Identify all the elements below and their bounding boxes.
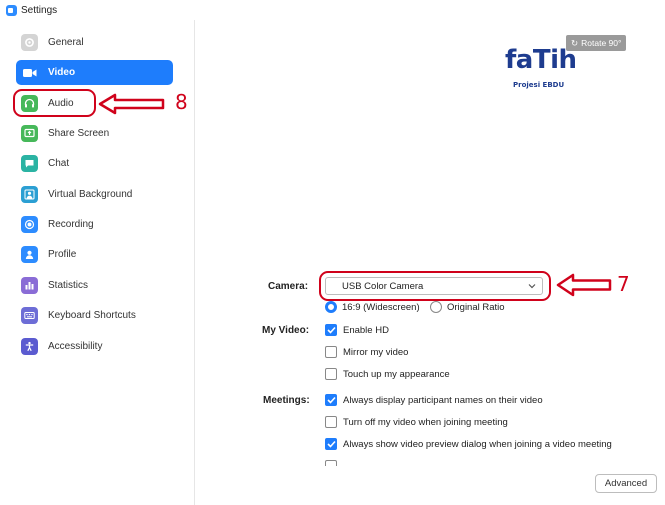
partial-option-row xyxy=(325,460,465,466)
display-names-checkbox[interactable]: Always display participant names on thei… xyxy=(325,394,543,406)
ratio-widescreen-radio[interactable]: 16:9 (Widescreen) xyxy=(325,301,420,313)
sidebar-item-share-screen[interactable]: Share Screen xyxy=(16,121,173,146)
logo-subtitle: Projesi EBDU xyxy=(513,81,565,89)
sidebar-item-accessibility[interactable]: Accessibility xyxy=(16,334,173,359)
sidebar-item-label: Video xyxy=(48,67,76,78)
sidebar-item-label: Chat xyxy=(48,158,70,169)
checkbox-unchecked xyxy=(325,368,337,380)
sidebar-item-profile[interactable]: Profile xyxy=(16,242,173,267)
video-preview-checkbox[interactable]: Always show video preview dialog when jo… xyxy=(325,438,612,450)
sidebar-item-label: Profile xyxy=(48,249,77,260)
rotate-90-button[interactable]: ↻ Rotate 90° xyxy=(566,35,627,51)
meetings-label: Meetings: xyxy=(263,395,310,406)
sidebar-item-video[interactable]: Video xyxy=(16,60,173,85)
checkbox-unchecked xyxy=(325,346,337,358)
sidebar-item-virtual-background[interactable]: Virtual Background xyxy=(16,182,173,207)
share-screen-icon xyxy=(21,125,38,142)
video-camera-icon xyxy=(21,64,38,81)
sidebar-item-label: General xyxy=(48,37,84,48)
gear-icon xyxy=(21,34,38,51)
checkbox-checked xyxy=(325,394,337,406)
checkbox-unchecked xyxy=(325,460,337,466)
sidebar-item-recording[interactable]: Recording xyxy=(16,212,173,237)
my-video-label: My Video: xyxy=(262,325,310,336)
person-background-icon xyxy=(21,186,38,203)
radio-unselected xyxy=(430,301,442,313)
ratio-original-radio[interactable]: Original Ratio xyxy=(430,301,505,313)
accessibility-icon xyxy=(21,338,38,355)
keyboard-icon xyxy=(21,307,38,324)
person-icon xyxy=(21,246,38,263)
bar-chart-icon xyxy=(21,277,38,294)
annotation-number-7: 7 xyxy=(617,272,630,296)
sidebar-item-general[interactable]: General xyxy=(16,30,173,55)
touch-up-checkbox[interactable]: Touch up my appearance xyxy=(325,368,450,380)
window-title: Settings xyxy=(21,4,58,16)
record-icon xyxy=(21,216,38,233)
sidebar-item-label: Share Screen xyxy=(48,128,110,139)
sidebar-item-keyboard-shortcuts[interactable]: Keyboard Shortcuts xyxy=(16,303,173,328)
enable-hd-checkbox[interactable]: Enable HD xyxy=(325,324,389,336)
annotation-arrow-audio xyxy=(98,93,165,115)
rotate-icon: ↻ xyxy=(571,37,579,48)
camera-highlight-box xyxy=(319,271,551,301)
advanced-button[interactable]: Advanced xyxy=(595,474,657,493)
sidebar-item-label: Statistics xyxy=(48,280,89,291)
fatih-logo: faTih Projesi EBDU xyxy=(505,45,585,93)
turn-off-video-checkbox[interactable]: Turn off my video when joining meeting xyxy=(325,416,508,428)
audio-highlight-box xyxy=(13,89,96,117)
camera-label: Camera: xyxy=(268,281,309,292)
sidebar-item-label: Keyboard Shortcuts xyxy=(48,310,136,321)
chat-bubble-icon xyxy=(21,155,38,172)
sidebar-item-label: Accessibility xyxy=(48,341,103,352)
sidebar-item-label: Recording xyxy=(48,219,94,230)
rotate-label: Rotate 90° xyxy=(581,38,622,48)
sidebar-item-chat[interactable]: Chat xyxy=(16,151,173,176)
title-bar: Settings xyxy=(0,0,665,20)
annotation-arrow-camera xyxy=(556,273,612,297)
mirror-video-checkbox[interactable]: Mirror my video xyxy=(325,346,408,358)
annotation-number-8: 8 xyxy=(175,90,188,114)
sidebar-item-statistics[interactable]: Statistics xyxy=(16,273,173,298)
zoom-app-icon xyxy=(6,4,17,16)
checkbox-checked xyxy=(325,438,337,450)
checkbox-unchecked xyxy=(325,416,337,428)
checkbox-checked xyxy=(325,324,337,336)
radio-selected xyxy=(325,301,337,313)
sidebar-item-label: Virtual Background xyxy=(48,189,133,200)
